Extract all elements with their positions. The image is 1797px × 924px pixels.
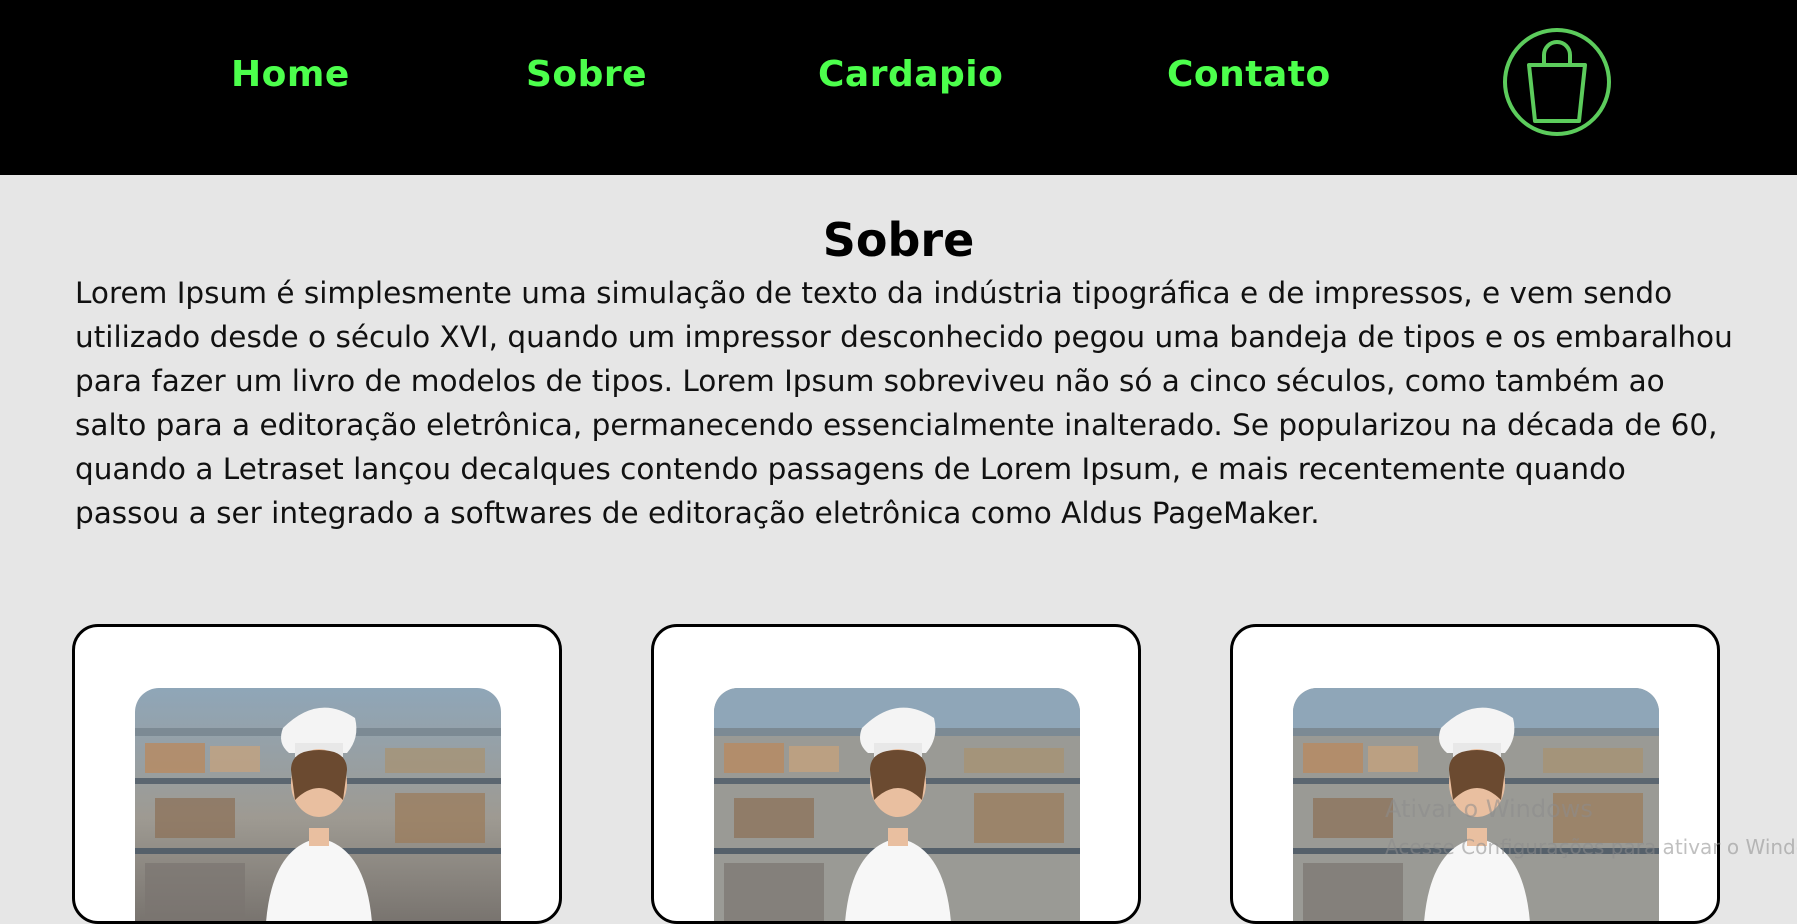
team-card: [1230, 624, 1720, 924]
chef-image: [135, 688, 501, 921]
nav-link-sobre[interactable]: Sobre: [526, 50, 647, 100]
nav-link-cardapio[interactable]: Cardapio: [818, 50, 1003, 100]
nav-link-contato[interactable]: Contato: [1167, 50, 1331, 100]
about-text: Lorem Ipsum é simplesmente uma simulação…: [75, 276, 1733, 530]
team-card: [72, 624, 562, 924]
team-card: [651, 624, 1141, 924]
activation-watermark-text: Acesse Configurações para ativar o Windo…: [1385, 835, 1797, 859]
activation-watermark-title: Ativar o Windows: [1385, 795, 1593, 823]
chef-image: [714, 688, 1080, 921]
about-title: Sobre: [822, 213, 975, 267]
chef-photo: [714, 688, 1080, 921]
chef-photo: [135, 688, 501, 921]
shopping-bag-icon: [1527, 40, 1587, 123]
nav-link-home[interactable]: Home: [231, 50, 350, 100]
top-navbar: Home Sobre Cardapio Contato: [0, 0, 1797, 175]
cart-button[interactable]: [1503, 28, 1611, 136]
